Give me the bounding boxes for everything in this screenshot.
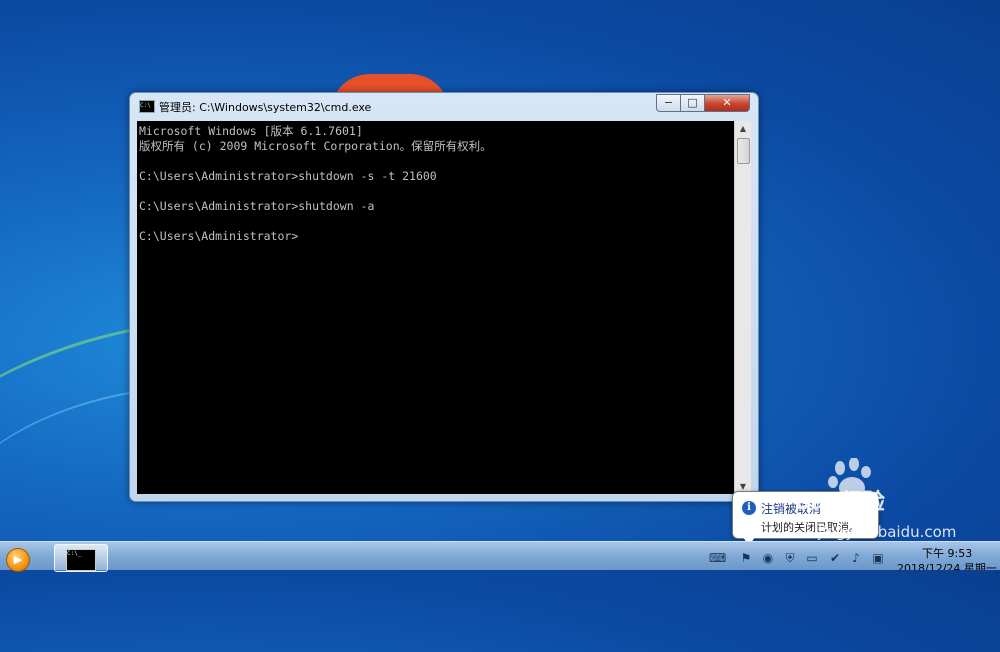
vertical-scrollbar[interactable]: ▲ ▼: [734, 121, 751, 494]
keyboard-icon[interactable]: ⌨: [709, 551, 726, 565]
close-button[interactable]: ✕: [704, 94, 750, 112]
security-icon[interactable]: ◉: [761, 551, 775, 565]
taskbar: ▶ C:\_ ⌨ ⚑ ◉ ⛨ ▭ ✔ ♪ ▣ 下午 9:53 2018/12/2…: [0, 541, 1000, 572]
cmd-thumbnail-icon: C:\_: [66, 549, 96, 571]
flag-icon[interactable]: ⚑: [739, 551, 753, 565]
network-icon[interactable]: ▣: [871, 551, 885, 565]
watermark-text: Bai 经验: [794, 490, 885, 515]
cmd-icon: C:\: [139, 100, 155, 113]
console-line: Microsoft Windows [版本 6.1.7601]: [139, 124, 363, 138]
network-shield-icon[interactable]: ✔: [828, 551, 842, 565]
console-output[interactable]: Microsoft Windows [版本 6.1.7601] 版权所有 (c)…: [137, 121, 734, 494]
console-line: C:\Users\Administrator>shutdown -s -t 21…: [139, 169, 437, 183]
info-icon: i: [742, 501, 756, 515]
clock-time[interactable]: 下午 9:53: [922, 545, 972, 561]
scroll-up-arrow-icon[interactable]: ▲: [735, 121, 751, 136]
window-title: 管理员: C:\Windows\system32\cmd.exe: [159, 101, 372, 114]
minimize-button[interactable]: −: [656, 94, 681, 112]
taskbar-item-cmd[interactable]: C:\_: [54, 544, 108, 572]
console-line: C:\Users\Administrator>shutdown -a: [139, 199, 375, 213]
cmd-window[interactable]: C:\ 管理员: C:\Windows\system32\cmd.exe − □…: [129, 92, 759, 502]
console-prompt[interactable]: C:\Users\Administrator>: [139, 229, 298, 244]
volume-icon[interactable]: ♪: [849, 551, 863, 565]
shield-icon[interactable]: ⛨: [783, 551, 797, 565]
console-line: 版权所有 (c) 2009 Microsoft Corporation。保留所有…: [139, 139, 492, 153]
media-player-icon[interactable]: ▶: [6, 548, 30, 572]
maximize-button[interactable]: □: [680, 94, 705, 112]
scroll-thumb[interactable]: [737, 138, 750, 164]
monitor-icon[interactable]: ▭: [805, 551, 819, 565]
watermark-url: jingyan.baidu.com: [818, 523, 957, 541]
title-bar[interactable]: C:\ 管理员: C:\Windows\system32\cmd.exe − □…: [130, 93, 758, 119]
